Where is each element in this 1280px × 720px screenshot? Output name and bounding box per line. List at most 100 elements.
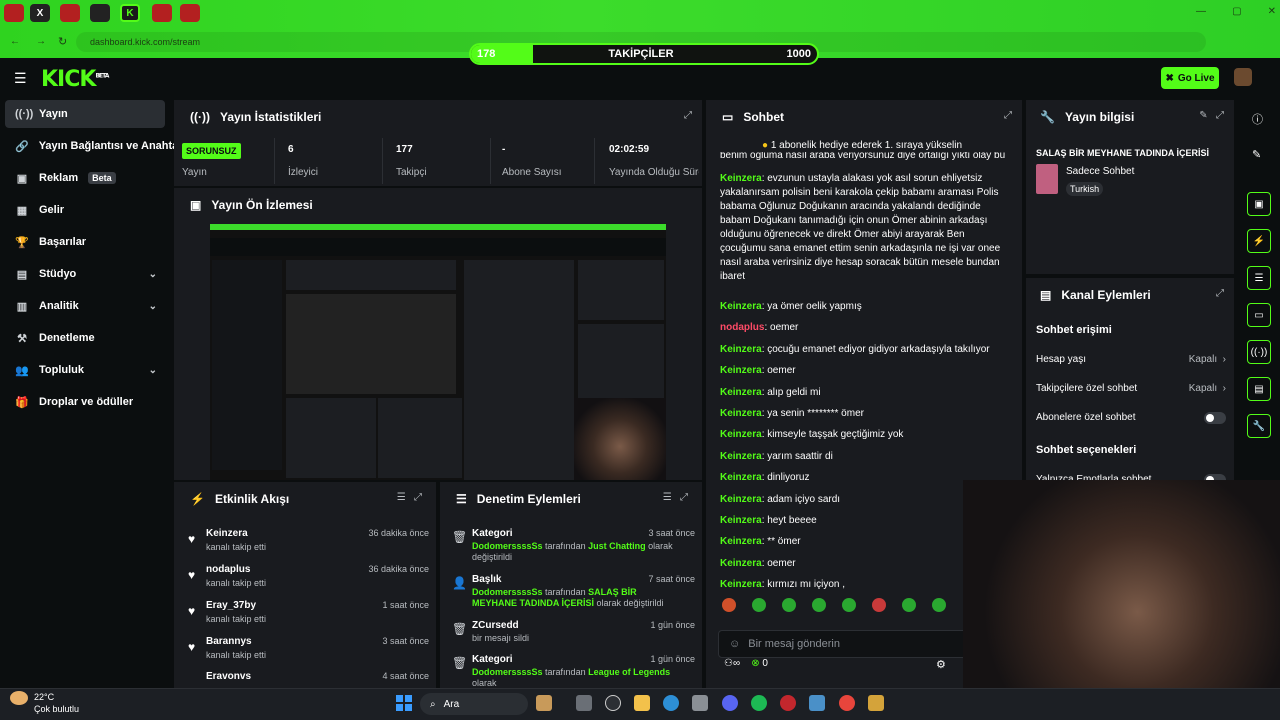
app-icon[interactable] xyxy=(868,695,884,711)
file-explorer-icon[interactable] xyxy=(634,695,650,711)
chat-username[interactable]: Keinzera xyxy=(720,429,762,440)
sidebar-item-label: Analitik xyxy=(39,300,79,312)
sidebar-item-drops[interactable]: 🎁 Droplar ve ödüller xyxy=(5,388,165,416)
chat-username[interactable]: Keinzera xyxy=(720,494,762,505)
setting-followers-only[interactable]: Takipçilere özel sohbet Kapalı › xyxy=(1036,383,1226,394)
emote-icon[interactable] xyxy=(932,598,946,612)
users-icon[interactable]: ⚇∞ xyxy=(724,658,740,669)
subscribers-only-toggle[interactable] xyxy=(1204,412,1226,424)
rail-info-button[interactable]: 🔧 xyxy=(1247,414,1271,438)
sidebar-item-stream[interactable]: ((·)) Yayın xyxy=(5,100,165,128)
filter-and-expand-icons[interactable]: ☰ ⤢ xyxy=(663,492,688,503)
taskbar-app-icon[interactable] xyxy=(536,695,552,711)
emote-icon[interactable] xyxy=(902,598,916,612)
browser-tab-x[interactable]: X xyxy=(30,4,50,22)
chat-username[interactable]: Keinzera xyxy=(720,579,762,590)
browser-tab[interactable] xyxy=(4,4,24,22)
chat-username[interactable]: Keinzera xyxy=(720,365,762,376)
spotify-icon[interactable] xyxy=(751,695,767,711)
rail-stats-button[interactable]: ((·)) xyxy=(1247,340,1271,364)
sidebar-item-analytics[interactable]: ▥ Analitik ⌄ xyxy=(5,292,165,320)
browser-tab[interactable] xyxy=(152,4,172,22)
pencil-icon[interactable]: ✎ xyxy=(1252,148,1261,161)
search-icon: ⌕ xyxy=(430,698,436,710)
chat-username[interactable]: Keinzera xyxy=(720,515,762,526)
sidebar-item-label: Yayın Bağlantısı ve Anahtarı xyxy=(38,140,177,152)
browser-tab[interactable] xyxy=(60,4,80,22)
chat-username[interactable]: Keinzera xyxy=(720,173,762,184)
window-controls[interactable]: — ▢ ✕ xyxy=(1196,6,1276,17)
task-view-icon[interactable] xyxy=(576,695,592,711)
rail-actions-button[interactable]: ▤ xyxy=(1247,377,1271,401)
setting-account-age[interactable]: Hesap yaşı Kapalı › xyxy=(1036,354,1226,365)
chat-username[interactable]: Keinzera xyxy=(720,344,762,355)
chevron-down-icon: ⌄ xyxy=(148,268,157,280)
chat-username[interactable]: Keinzera xyxy=(720,301,762,312)
emote-icon[interactable] xyxy=(782,598,796,612)
maximize-icon[interactable]: ▢ xyxy=(1232,6,1241,17)
chat-username[interactable]: Keinzera xyxy=(720,558,762,569)
rail-chat-button[interactable]: ▭ xyxy=(1247,303,1271,327)
emote-icon[interactable] xyxy=(872,598,886,612)
sidebar-item-moderation[interactable]: ⚒ Denetleme xyxy=(5,324,165,352)
expand-icon[interactable]: ⤢ xyxy=(1216,288,1224,299)
close-icon[interactable]: ✕ xyxy=(1268,6,1276,17)
chat-message: Keinzera: çocuğu emanet ediyor gidiyor a… xyxy=(720,343,990,355)
sidebar-item-achievements[interactable]: 🏆 Başarılar xyxy=(5,228,165,256)
rail-activity-button[interactable]: ⚡ xyxy=(1247,229,1271,253)
avatar[interactable] xyxy=(1234,68,1252,86)
sidebar-item-ads[interactable]: ▣ Reklam Beta xyxy=(5,164,165,192)
sidebar-item-studio[interactable]: ▤ Stüdyo ⌄ xyxy=(5,260,165,288)
chat-message: Keinzera: ya senin ******** ömer xyxy=(720,408,864,419)
broadcast-icon: ((·)) xyxy=(1250,346,1268,358)
github-icon[interactable] xyxy=(605,695,621,711)
edit-and-expand-icons[interactable]: ✎ ⤢ xyxy=(1199,110,1224,121)
calculator-icon[interactable] xyxy=(692,695,708,711)
chat-username[interactable]: Keinzera xyxy=(720,451,762,462)
weather-temp[interactable]: 22°C xyxy=(34,692,54,702)
sidebar-item-revenue[interactable]: ▦ Gelir xyxy=(5,196,165,224)
gear-icon[interactable]: ⚙ xyxy=(936,658,946,671)
chat-username[interactable]: nodaplus xyxy=(720,322,764,333)
filter-and-expand-icons[interactable]: ☰ ⤢ xyxy=(397,492,422,503)
browser-tab[interactable] xyxy=(180,4,200,22)
reload-icon[interactable]: ↻ xyxy=(58,35,67,48)
windows-start-icon[interactable] xyxy=(396,695,412,711)
emote-icon[interactable] xyxy=(842,598,856,612)
browser-tab-kick[interactable]: K xyxy=(120,4,140,22)
emoji-icon[interactable]: ☺ xyxy=(729,638,740,650)
browser-tab[interactable] xyxy=(90,4,110,22)
emote-icon[interactable] xyxy=(812,598,826,612)
minimize-icon[interactable]: — xyxy=(1196,6,1206,17)
back-icon[interactable]: ← xyxy=(10,36,20,47)
kick-logo[interactable]: KICKBETA xyxy=(41,67,109,92)
sidebar-item-stream-key[interactable]: 🔗 Yayın Bağlantısı ve Anahtarı xyxy=(5,132,177,160)
forward-icon[interactable]: → xyxy=(36,36,46,47)
sidebar-item-community[interactable]: 👥 Topluluk ⌄ xyxy=(5,356,165,384)
menu-icon[interactable]: ☰ xyxy=(14,70,27,87)
weather-desc[interactable]: Çok bulutlu xyxy=(34,704,79,714)
chat-message: Keinzera: oemer xyxy=(720,365,796,377)
taskbar-search[interactable]: ⌕ Ara xyxy=(420,693,528,715)
app-icon[interactable] xyxy=(809,695,825,711)
discord-icon[interactable] xyxy=(722,695,738,711)
edge-icon[interactable] xyxy=(663,695,679,711)
expand-icon[interactable]: ⤢ xyxy=(1004,110,1012,121)
chat-username[interactable]: Keinzera xyxy=(720,472,762,483)
chat-username[interactable]: Keinzera xyxy=(720,408,762,419)
emote-icon[interactable] xyxy=(722,598,736,612)
chat-username[interactable]: Keinzera xyxy=(720,536,762,547)
expand-icon[interactable]: ⤢ xyxy=(684,110,692,121)
chat-username[interactable]: Keinzera xyxy=(720,387,762,398)
emote-icon[interactable] xyxy=(752,598,766,612)
setting-subscribers-only[interactable]: Abonelere özel sohbet xyxy=(1036,412,1226,424)
app-icon[interactable] xyxy=(780,695,796,711)
chrome-icon[interactable] xyxy=(839,695,855,711)
pinned-subscription-banner[interactable]: ● 1 abonelik hediye ederek 1. sıraya yük… xyxy=(762,140,962,151)
stream-preview-video[interactable] xyxy=(210,224,666,480)
rail-moderation-button[interactable]: ☰ xyxy=(1247,266,1271,290)
info-icon[interactable]: ⓘ xyxy=(1252,111,1263,127)
go-live-button[interactable]: ✖ Go Live xyxy=(1161,67,1219,89)
chat-text: ya ömer oelik yapmış xyxy=(767,301,862,312)
rail-preview-button[interactable]: ▣ xyxy=(1247,192,1271,216)
